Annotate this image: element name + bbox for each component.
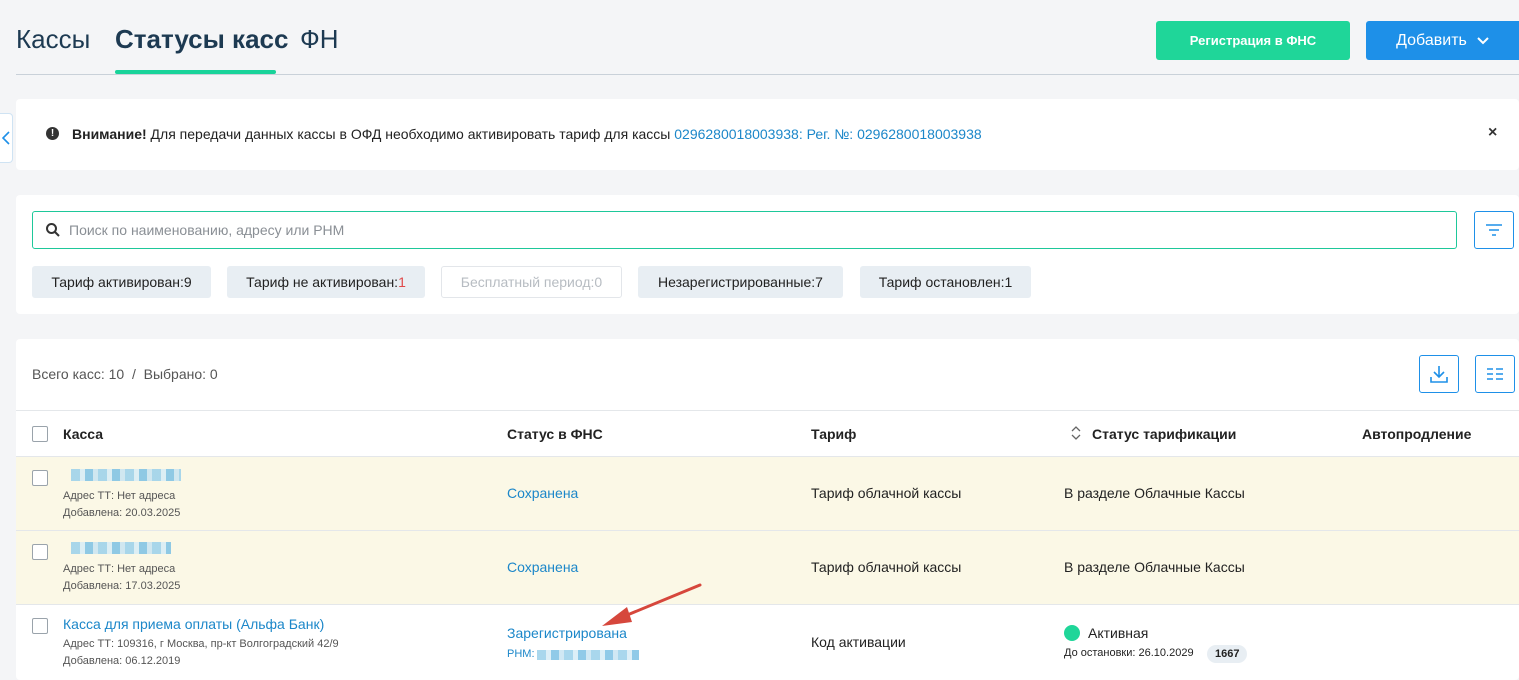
chip-label: Тариф не активирован: bbox=[246, 274, 399, 290]
active-status-dot bbox=[1064, 625, 1080, 641]
search-icon bbox=[46, 223, 60, 237]
kassa-added-date: Добавлена: 06.12.2019 bbox=[63, 655, 181, 667]
filter-chip-activated[interactable]: Тариф активирован: 9 bbox=[32, 266, 211, 298]
kassa-address: Адрес ТТ: Нет адреса bbox=[63, 563, 176, 575]
warning-icon: ! bbox=[46, 127, 59, 140]
sidebar-collapse-toggle[interactable] bbox=[0, 113, 13, 163]
close-icon[interactable]: × bbox=[1488, 124, 1497, 142]
days-left-badge: 1667 bbox=[1207, 645, 1248, 663]
filter-chip-not-activated[interactable]: Тариф не активирован: 1 bbox=[227, 266, 425, 298]
chip-count: 0 bbox=[594, 274, 603, 290]
billing-status: В разделе Облачные Кассы bbox=[1064, 485, 1245, 501]
search-box bbox=[32, 211, 1457, 249]
filter-icon bbox=[1486, 224, 1502, 236]
alert-body: Для передачи данных кассы в ОФД необходи… bbox=[146, 126, 675, 142]
tab-kassy[interactable]: Кассы bbox=[16, 24, 90, 55]
chevron-left-icon bbox=[2, 131, 10, 145]
billing-status: В разделе Облачные Кассы bbox=[1064, 559, 1245, 575]
filter-button[interactable] bbox=[1474, 211, 1514, 249]
search-panel: Тариф активирован: 9 Тариф не активирова… bbox=[16, 195, 1519, 314]
columns-icon bbox=[1487, 368, 1503, 380]
top-divider bbox=[16, 74, 1519, 75]
total-count: Всего касс: 10 bbox=[32, 366, 125, 382]
rnm-label: РНМ: bbox=[507, 648, 535, 660]
kassa-name-link[interactable]: Касса для приема оплаты (Альфа Банк) bbox=[63, 616, 324, 632]
table-row[interactable]: Адрес ТТ: Нет адреса Добавлена: 17.03.20… bbox=[16, 531, 1519, 605]
table-summary: Всего касс: 10 / Выбрано: 0 bbox=[32, 366, 218, 382]
alert-title: Внимание! bbox=[72, 126, 147, 142]
billing-status: Активная bbox=[1088, 625, 1149, 641]
tab-fn[interactable]: ФН bbox=[300, 24, 339, 55]
alert-message: Внимание! Для передачи данных кассы в ОФ… bbox=[72, 126, 982, 142]
column-header-fns-status[interactable]: Статус в ФНС bbox=[507, 426, 603, 442]
kassa-added-date: Добавлена: 20.03.2025 bbox=[63, 507, 181, 519]
download-icon bbox=[1430, 366, 1448, 383]
chip-count: 1 bbox=[398, 274, 406, 290]
selected-count: Выбрано: 0 bbox=[143, 366, 218, 382]
chip-count: 9 bbox=[183, 274, 192, 290]
chip-count: 7 bbox=[815, 274, 823, 290]
chip-count: 1 bbox=[1004, 274, 1013, 290]
add-button[interactable]: Добавить bbox=[1366, 21, 1519, 60]
tab-kassa-statuses[interactable]: Статусы касс bbox=[115, 24, 288, 55]
summary-separator: / bbox=[131, 366, 136, 382]
chip-label: Незарегистрированные: bbox=[658, 274, 816, 290]
download-button[interactable] bbox=[1419, 355, 1459, 393]
chip-label: Тариф активирован: bbox=[51, 274, 184, 290]
chip-label: Тариф остановлен: bbox=[878, 274, 1005, 290]
top-bar: Кассы Статусы касс ФН Регистрация в ФНС … bbox=[0, 0, 1519, 76]
fns-status-link[interactable]: Сохранена bbox=[507, 559, 578, 575]
sort-icon[interactable] bbox=[1071, 425, 1081, 441]
add-button-label: Добавить bbox=[1396, 31, 1467, 49]
fns-status-link[interactable]: Сохранена bbox=[507, 485, 578, 501]
column-header-kassa[interactable]: Касса bbox=[63, 426, 103, 442]
tariff-value: Код активации bbox=[811, 634, 906, 650]
filter-chip-free-period: Бесплатный период: 0 bbox=[441, 266, 622, 298]
column-header-autorenew[interactable]: Автопродление bbox=[1362, 426, 1471, 442]
table-row[interactable]: Адрес ТТ: Нет адреса Добавлена: 20.03.20… bbox=[16, 457, 1519, 531]
column-header-billing-status[interactable]: Статус тарификации bbox=[1092, 426, 1236, 442]
redacted-kassa-name bbox=[71, 469, 181, 481]
kassa-added-date: Добавлена: 17.03.2025 bbox=[63, 580, 181, 592]
table-row[interactable]: Касса для приема оплаты (Альфа Банк) Адр… bbox=[16, 605, 1519, 680]
tariff-value: Тариф облачной кассы bbox=[811, 559, 962, 575]
column-header-tariff[interactable]: Тариф bbox=[811, 426, 856, 442]
search-input[interactable] bbox=[69, 212, 1449, 248]
fns-status-link[interactable]: Зарегистрирована bbox=[507, 625, 627, 641]
kassa-address: Адрес ТТ: Нет адреса bbox=[63, 490, 176, 502]
redacted-kassa-name bbox=[71, 542, 171, 554]
kassa-address: Адрес ТТ: 109316, г Москва, пр-кт Волгог… bbox=[63, 638, 339, 650]
row-checkbox[interactable] bbox=[32, 470, 48, 486]
alert-kassa-link[interactable]: 0296280018003938: Рег. №: 02962800180039… bbox=[674, 126, 981, 142]
redacted-rnm bbox=[537, 650, 639, 660]
select-all-checkbox[interactable] bbox=[32, 426, 48, 442]
alert-banner: ! Внимание! Для передачи данных кассы в … bbox=[16, 99, 1519, 170]
table-header: Касса Статус в ФНС Тариф Статус тарифика… bbox=[16, 410, 1519, 457]
kassa-table-panel: Всего касс: 10 / Выбрано: 0 Касса Статус… bbox=[16, 339, 1519, 680]
billing-until: До остановки: 26.10.2029 bbox=[1064, 647, 1194, 659]
filter-chip-unregistered[interactable]: Незарегистрированные: 7 bbox=[638, 266, 843, 298]
row-checkbox[interactable] bbox=[32, 544, 48, 560]
chevron-down-icon bbox=[1477, 36, 1489, 44]
chip-label: Бесплатный период: bbox=[460, 274, 595, 290]
register-fns-button[interactable]: Регистрация в ФНС bbox=[1156, 21, 1350, 60]
tariff-value: Тариф облачной кассы bbox=[811, 485, 962, 501]
columns-settings-button[interactable] bbox=[1475, 355, 1515, 393]
row-checkbox[interactable] bbox=[32, 618, 48, 634]
filter-chip-stopped[interactable]: Тариф остановлен: 1 bbox=[860, 266, 1031, 298]
